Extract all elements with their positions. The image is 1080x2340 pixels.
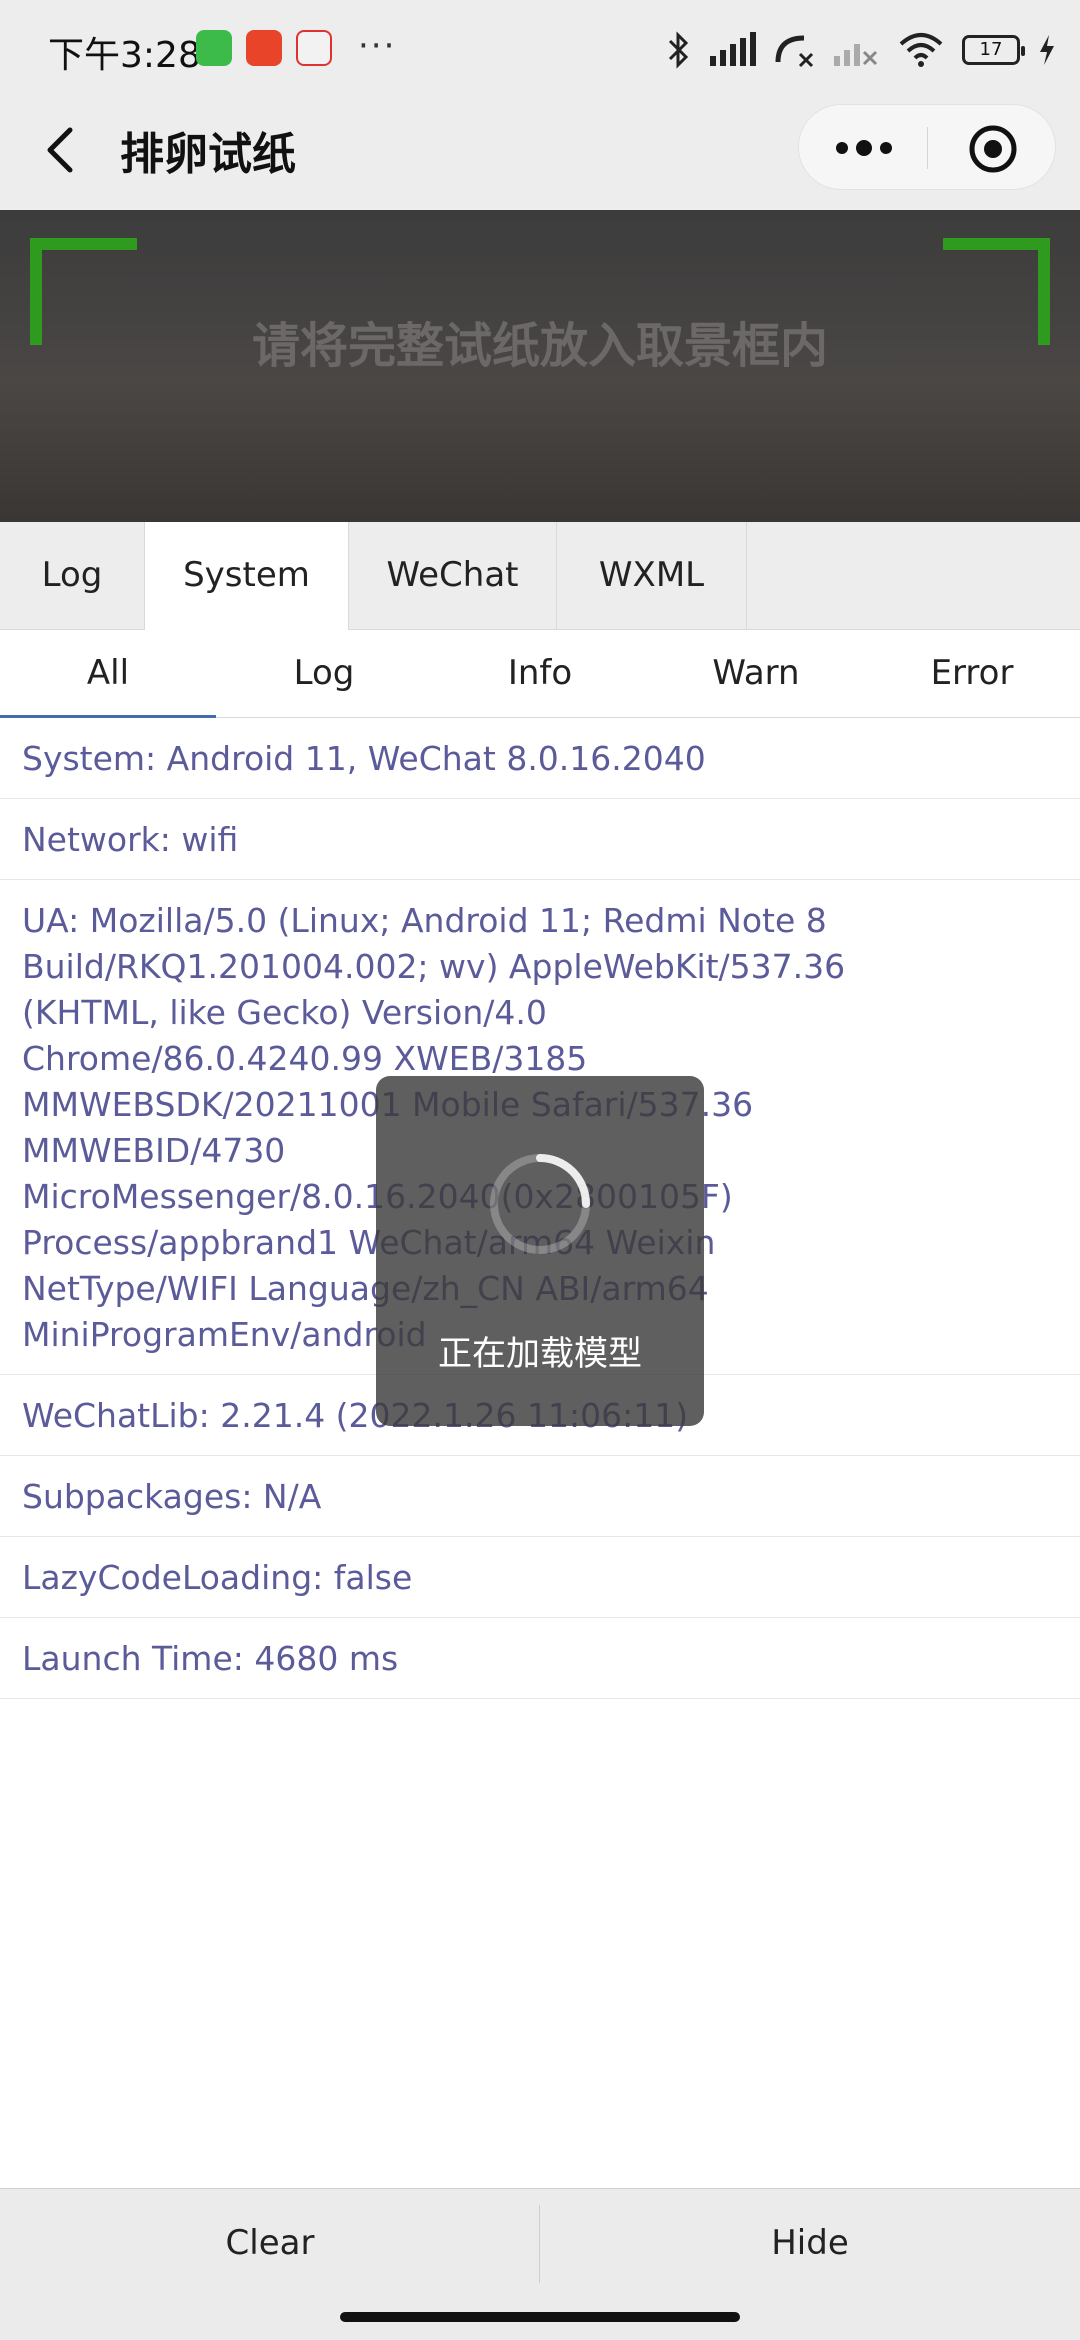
charging-icon <box>1040 35 1054 65</box>
toast-message: 正在加载模型 <box>438 1334 642 1374</box>
ua-line: Build/RKQ1.201004.002; wv) AppleWebKit/5… <box>22 947 846 986</box>
log-row-lazy-code-loading: LazyCodeLoading: false <box>0 1537 1080 1618</box>
app-notification-icon <box>296 30 332 66</box>
gesture-area <box>0 2298 1080 2340</box>
call-blocked-icon <box>775 35 814 68</box>
more-options-icon[interactable] <box>829 125 899 171</box>
capsule-divider <box>927 127 928 169</box>
camera-viewfinder: 请将完整试纸放入取景框内 <box>0 210 1080 522</box>
log-row-subpackages: Subpackages: N/A <box>0 1456 1080 1537</box>
ua-line: (KHTML, like Gecko) Version/4.0 <box>22 993 547 1032</box>
status-time: 下午3:28 <box>48 35 201 76</box>
taobao-notification-icon <box>246 30 282 66</box>
status-bar: 下午3:28 ··· 17 <box>0 0 1080 100</box>
ua-line: UA: Mozilla/5.0 (Linux; Android 11; Redm… <box>22 901 827 940</box>
back-arrow-icon[interactable] <box>32 120 92 180</box>
signal-icon <box>710 32 756 66</box>
status-icons: 17 <box>666 26 1056 74</box>
mini-program-capsule <box>798 104 1056 190</box>
tab-wechat[interactable]: WeChat <box>349 522 557 630</box>
home-indicator[interactable] <box>340 2312 740 2322</box>
battery-icon: 17 <box>962 35 1025 65</box>
hide-button[interactable]: Hide <box>540 2189 1080 2299</box>
close-mini-program-icon[interactable] <box>967 123 1019 175</box>
camera-hint: 请将完整试纸放入取景框内 <box>251 318 828 374</box>
log-row-launch-time: Launch Time: 4680 ms <box>0 1618 1080 1699</box>
clear-button[interactable]: Clear <box>0 2189 540 2299</box>
filter-tabs: All Log Info Warn Error <box>0 630 1080 718</box>
console-bottom-bar: Clear Hide <box>0 2188 1080 2298</box>
more-notifications-icon: ··· <box>358 26 397 66</box>
signal-weak-icon <box>834 44 878 66</box>
wechat-notification-icon <box>196 30 232 66</box>
filter-error[interactable]: Error <box>864 630 1080 718</box>
tab-wxml[interactable]: WXML <box>557 522 747 630</box>
filter-all[interactable]: All <box>0 630 216 718</box>
page-title: 排卵试纸 <box>120 129 296 180</box>
loading-toast: 正在加载模型 <box>376 1076 704 1426</box>
tab-log[interactable]: Log <box>0 522 145 630</box>
bluetooth-icon <box>668 31 689 69</box>
nav-bar: 排卵试纸 <box>0 100 1080 210</box>
wifi-icon <box>899 33 943 67</box>
console-tabs: Log System WeChat WXML <box>0 522 1080 630</box>
tab-system[interactable]: System <box>145 522 349 630</box>
log-row-system: System: Android 11, WeChat 8.0.16.2040 <box>0 718 1080 799</box>
filter-log[interactable]: Log <box>216 630 432 718</box>
log-row-network: Network: wifi <box>0 799 1080 880</box>
filter-info[interactable]: Info <box>432 630 648 718</box>
filter-warn[interactable]: Warn <box>648 630 864 718</box>
loading-spinner-icon <box>490 1154 590 1254</box>
